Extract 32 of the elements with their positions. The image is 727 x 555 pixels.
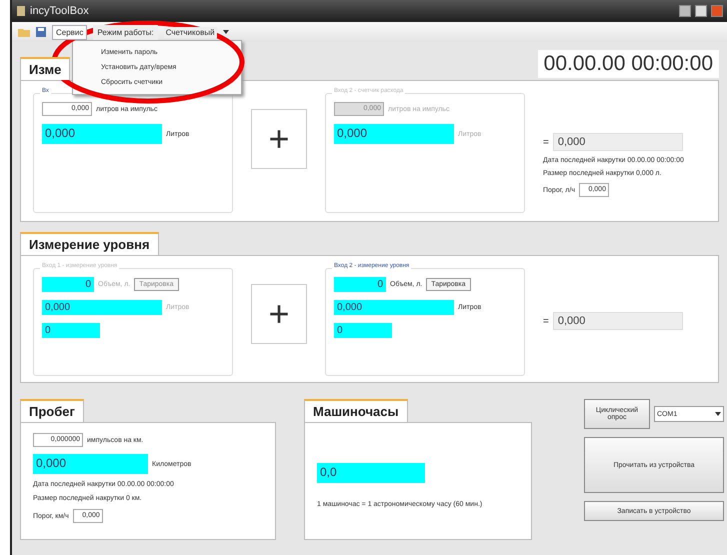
value-display: 0,000 xyxy=(42,300,162,315)
window-title: incyToolBox xyxy=(30,5,90,17)
app-icon xyxy=(16,5,26,17)
tab[interactable]: Измерение уровня xyxy=(20,232,159,255)
value-display: 0,000 xyxy=(334,300,454,315)
folder-icon[interactable] xyxy=(18,27,30,37)
plus-button[interactable]: + xyxy=(251,284,307,344)
tab[interactable]: Изме xyxy=(20,57,70,80)
total-value: 0,000 xyxy=(552,133,683,151)
volume-display: 0 xyxy=(334,277,386,292)
menu-item[interactable]: Сервис xyxy=(52,24,88,40)
value-display: 0,000 xyxy=(334,124,454,144)
plus-button[interactable]: + xyxy=(251,109,307,169)
mode-value[interactable]: Счетчиковый xyxy=(164,26,217,38)
tab[interactable]: Машиночасы xyxy=(304,399,408,422)
clock-display: 00.00.00 00:00:00 xyxy=(538,50,719,78)
menu-item[interactable]: Режим работы: xyxy=(93,24,158,40)
save-icon[interactable] xyxy=(36,27,46,37)
caret-icon xyxy=(715,412,721,416)
value-display: 0,000 xyxy=(33,454,148,474)
value-display: 0,0 xyxy=(317,463,425,483)
tab[interactable]: Пробег xyxy=(20,399,84,422)
caret-icon[interactable] xyxy=(222,30,229,34)
maximize-button[interactable] xyxy=(695,5,707,17)
volume-display: 0 xyxy=(42,277,94,292)
raw-display: 0 xyxy=(42,323,100,338)
equals-sign: = xyxy=(543,136,549,148)
minimize-button[interactable] xyxy=(679,5,691,17)
total-value: 0,000 xyxy=(552,312,683,330)
raw-display: 0 xyxy=(334,323,392,338)
value-display: 0,000 xyxy=(42,124,162,144)
equals-sign: = xyxy=(543,316,549,326)
